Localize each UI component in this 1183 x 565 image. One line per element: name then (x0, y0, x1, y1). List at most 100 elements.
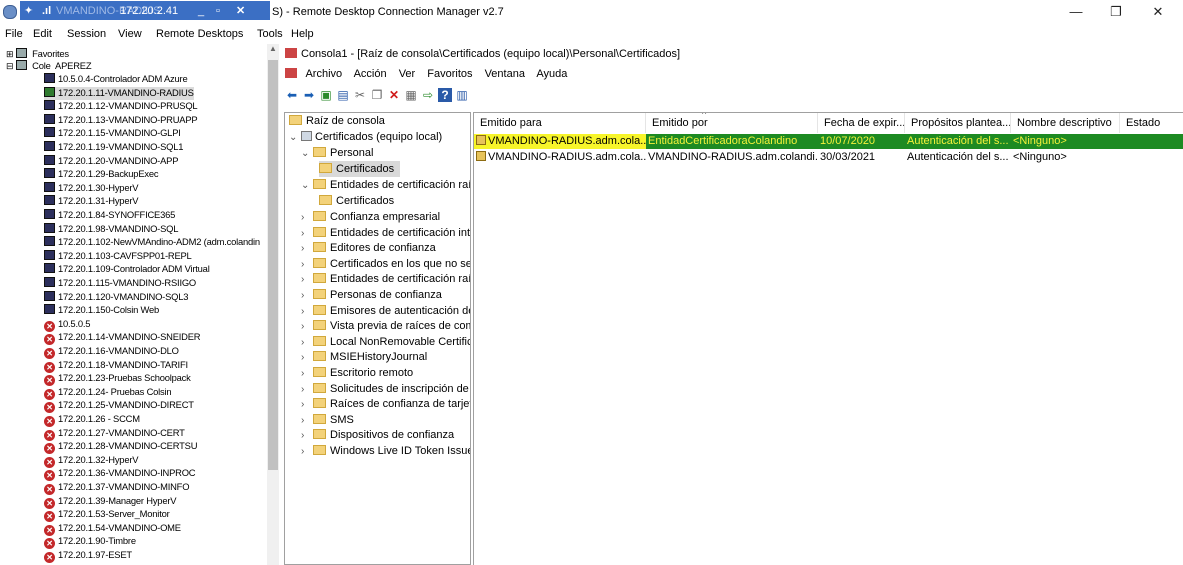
mmc-menu-ver[interactable]: Ver (399, 68, 416, 80)
mmc-menu-ayuda[interactable]: Ayuda (536, 68, 567, 80)
chevron-down-icon[interactable]: ⌄ (289, 130, 301, 146)
expand-icon[interactable]: ⊞ (6, 49, 14, 59)
server-item[interactable]: ✕ 172.20.1.16-VMANDINO-DLO (44, 345, 179, 359)
scope-node[interactable]: › Dispositivos de confianza (301, 427, 454, 443)
mmc-menu-accion[interactable]: Acción (354, 68, 387, 80)
scope-node[interactable]: › Editores de confianza (301, 240, 436, 256)
scope-node[interactable]: › SMS (301, 412, 354, 428)
scope-node[interactable]: › Escritorio remoto (301, 365, 413, 381)
server-item[interactable]: ✕ 172.20.1.27-VMANDINO-CERT (44, 427, 185, 441)
server-item[interactable]: 172.20.1.30-HyperV (44, 181, 139, 195)
server-item[interactable]: ✕ 172.20.1.54-VMANDINO-OME (44, 522, 181, 536)
server-item[interactable]: 172.20.1.13-VMANDINO-PRUAPP (44, 113, 198, 127)
chevron-right-icon[interactable]: › (301, 335, 313, 351)
scope-personal-certificates[interactable]: Certificados (319, 161, 401, 177)
scope-ca-root-certificates[interactable]: Certificados (319, 193, 394, 209)
chevron-right-icon[interactable]: › (301, 288, 313, 304)
col-header-friendly-name[interactable]: Nombre descriptivo (1011, 113, 1120, 133)
server-item[interactable]: ✕ 172.20.1.14-VMANDINO-SNEIDER (44, 331, 201, 346)
menu-view[interactable]: View (118, 28, 142, 40)
properties-icon[interactable]: ▦ (404, 88, 418, 102)
chevron-right-icon[interactable]: › (301, 241, 313, 257)
chevron-right-icon[interactable]: › (301, 257, 313, 273)
server-item[interactable]: 172.20.1.150-Colsin Web (44, 304, 159, 317)
server-item[interactable]: 172.20.1.115-VMANDINO-RSIIGO (44, 277, 196, 290)
menu-remote-desktops[interactable]: Remote Desktops (156, 28, 243, 40)
scroll-up-icon[interactable]: ▲ (267, 44, 279, 53)
chevron-right-icon[interactable]: › (301, 444, 313, 460)
server-item[interactable]: 172.20.1.15-VMANDINO-GLPI (44, 127, 181, 140)
chevron-right-icon[interactable]: › (301, 226, 313, 242)
rd-close-icon[interactable]: ✕ (236, 4, 245, 17)
server-item[interactable]: ✕ 172.20.1.23-Pruebas Schoolpack (44, 372, 191, 387)
chevron-down-icon[interactable]: ⌄ (301, 178, 313, 194)
chevron-down-icon[interactable]: ⌄ (301, 146, 313, 162)
scope-node[interactable]: › Entidades de certificación int (301, 225, 470, 241)
server-item[interactable]: ✕ 172.20.1.32-HyperV (44, 454, 139, 468)
server-item[interactable]: ✕ 172.20.1.26 - SCCM (44, 413, 140, 427)
col-header-purposes[interactable]: Propósitos plantea... (905, 113, 1011, 133)
server-item[interactable]: ✕ 172.20.1.28-VMANDINO-CERTSU (44, 440, 197, 455)
chevron-right-icon[interactable]: › (301, 272, 313, 288)
server-item[interactable]: 172.20.1.120-VMANDINO-SQL3 (44, 290, 188, 304)
mmc-menu-ventana[interactable]: Ventana (485, 68, 525, 80)
server-item[interactable]: 172.20.1.12-VMANDINO-PRUSQL (44, 100, 198, 113)
table-row[interactable]: VMANDINO-RADIUS.adm.cola... VMANDINO-RAD… (474, 150, 1183, 165)
col-header-expiration[interactable]: Fecha de expir... (818, 113, 905, 133)
server-item[interactable]: ✕ 10.5.0.5 (44, 318, 90, 332)
help-icon[interactable]: ? (438, 88, 452, 102)
rd-restore-icon[interactable]: ▫ (216, 5, 220, 17)
scope-personal[interactable]: ⌄ Personal (301, 145, 373, 161)
server-item[interactable]: 172.20.1.19-VMANDINO-SQL1 (44, 141, 183, 154)
server-item[interactable]: 172.20.1.109-Controlador ADM Virtual (44, 263, 210, 276)
chevron-right-icon[interactable]: › (301, 366, 313, 382)
show-tree-icon[interactable]: ▤ (336, 88, 350, 102)
menu-edit[interactable]: Edit (33, 28, 52, 40)
forward-icon[interactable]: ➡ (302, 88, 316, 102)
server-item[interactable]: 172.20.1.98-VMANDINO-SQL (44, 222, 178, 236)
scope-node[interactable]: › MSIEHistoryJournal (301, 349, 427, 365)
chevron-right-icon[interactable]: › (301, 319, 313, 335)
mmc-menu-favoritos[interactable]: Favoritos (427, 68, 472, 80)
server-item[interactable]: 172.20.1.103-CAVFSPP01-REPL (44, 249, 192, 263)
maximize-button[interactable]: ❐ (1096, 2, 1136, 22)
chevron-right-icon[interactable]: › (301, 350, 313, 366)
server-item[interactable]: ✕ 172.20.1.39-Manager HyperV (44, 495, 177, 509)
export-icon[interactable]: ⇨ (421, 88, 435, 102)
menu-tools[interactable]: Tools (257, 28, 283, 40)
scope-node[interactable]: › Confianza empresarial (301, 209, 440, 225)
scope-node[interactable]: › Certificados en los que no se (301, 256, 470, 273)
minimize-button[interactable]: — (1056, 2, 1096, 22)
close-button[interactable]: ✕ (1138, 2, 1178, 22)
server-item[interactable]: ✕ 172.20.1.53-Server_Monitor (44, 508, 170, 523)
chevron-right-icon[interactable]: › (301, 428, 313, 444)
server-item[interactable]: 10.5.0.4-Controlador ADM Azure (44, 73, 188, 86)
col-header-issued-to[interactable]: Emitido para (474, 113, 646, 133)
chevron-right-icon[interactable]: › (301, 413, 313, 429)
delete-icon[interactable]: ✕ (387, 88, 401, 102)
mmc-menu-archivo[interactable]: Archivo (305, 68, 342, 80)
server-item[interactable]: 172.20.1.20-VMANDINO-APP (44, 154, 178, 168)
scope-node[interactable]: › Vista previa de raíces de com (301, 318, 470, 335)
menu-file[interactable]: File (5, 28, 23, 40)
server-item[interactable]: ✕ 172.20.1.24- Pruebas Colsin (44, 386, 172, 400)
server-item[interactable]: ✕ 172.20.1.37-VMANDINO-MINFO (44, 481, 189, 495)
cut-icon[interactable]: ✂ (353, 88, 367, 102)
scope-node[interactable]: › Entidades de certificación raí (301, 271, 470, 288)
server-item[interactable]: ✕ 172.20.1.36-VMANDINO-INPROC (44, 467, 196, 482)
remote-session-bar[interactable]: ✦ .ıl VMANDINO-RADIUS 172.20.2.41 _ ▫ ✕ (20, 1, 270, 20)
rd-minimize-icon[interactable]: _ (198, 5, 204, 17)
scope-node[interactable]: › Local NonRemovable Certific (301, 334, 470, 351)
scope-node[interactable]: › Raíces de confianza de tarjeta (301, 396, 470, 412)
table-row[interactable]: VMANDINO-RADIUS.adm.cola... EntidadCerti… (474, 134, 1183, 149)
scope-root[interactable]: Raíz de consola (289, 113, 385, 129)
back-icon[interactable]: ⬅ (285, 88, 299, 102)
action-pane-icon[interactable]: ▥ (455, 88, 469, 102)
chevron-right-icon[interactable]: › (301, 304, 313, 320)
tree-scroll-thumb[interactable] (268, 60, 278, 470)
server-item[interactable]: 172.20.1.31-HyperV (44, 195, 139, 208)
scope-node[interactable]: › Emisores de autenticación de (301, 303, 470, 320)
server-item[interactable]: 172.20.1.29-BackupExec (44, 168, 159, 181)
pin-icon[interactable]: ✦ (24, 4, 33, 17)
server-item[interactable]: 172.20.1.102-NewVMAndino-ADM2 (adm.colan… (44, 236, 260, 249)
